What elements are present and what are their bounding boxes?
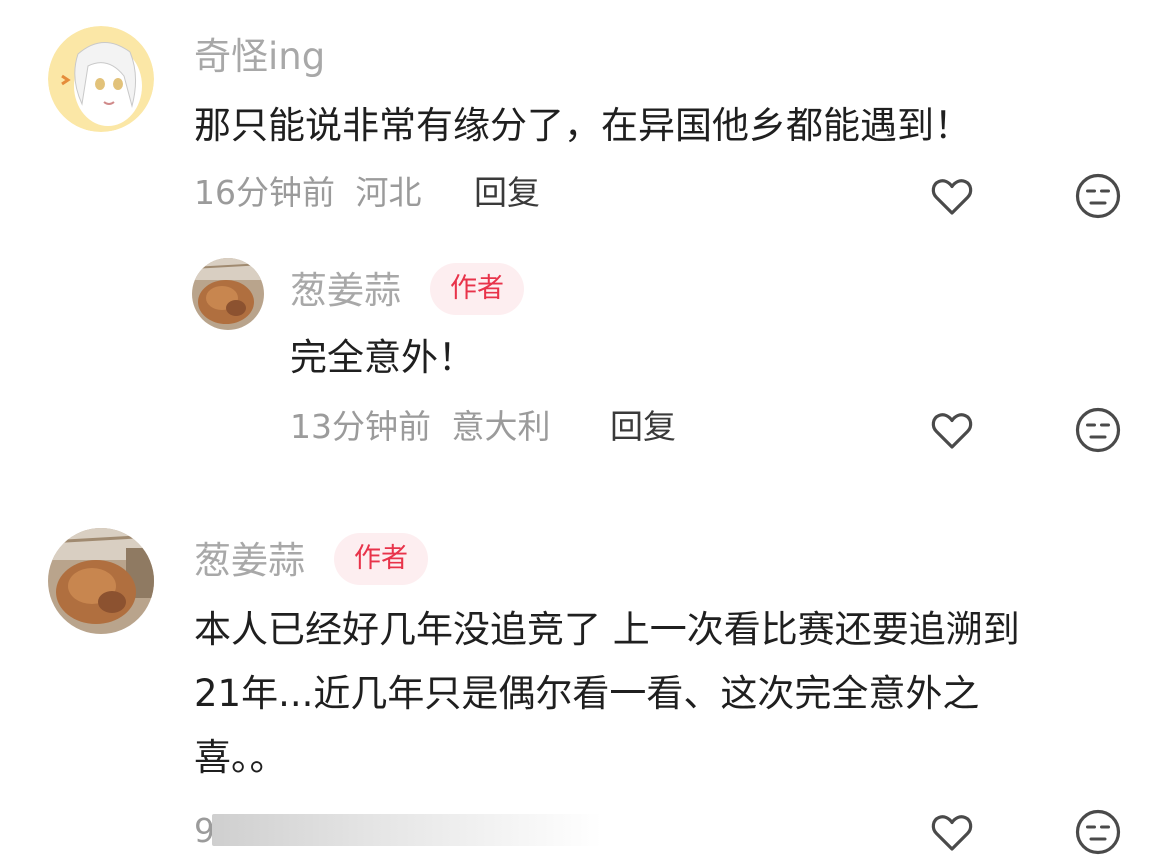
reply-button[interactable]: 回复 — [474, 176, 540, 209]
expressionless-face-icon[interactable] — [1074, 808, 1122, 856]
comment-time: 13分钟前 意大利 — [290, 410, 551, 443]
user-avatar[interactable] — [48, 26, 154, 132]
expressionless-face-icon[interactable] — [1074, 172, 1122, 220]
comment-time: 16分钟前 河北 — [194, 176, 422, 209]
comment-text: 那只能说非常有缘分了，在异国他乡都能遇到！ — [194, 104, 971, 147]
location: 河北 — [355, 173, 422, 212]
reply-button[interactable]: 回复 — [610, 410, 676, 443]
heart-outline-icon[interactable] — [928, 172, 976, 220]
user-avatar[interactable] — [192, 258, 264, 330]
comment-text-line-3: 喜。。 — [194, 736, 287, 779]
user-avatar[interactable] — [48, 528, 154, 634]
author-badge: 作者 — [334, 533, 428, 585]
username[interactable]: 奇怪ing — [194, 38, 325, 75]
location: 意大利 — [451, 407, 551, 446]
heart-outline-icon[interactable] — [928, 406, 976, 454]
username[interactable]: 葱姜蒜 — [290, 272, 401, 309]
loading-placeholder — [212, 814, 602, 846]
comment-text: 完全意外！ — [290, 336, 475, 379]
expressionless-face-icon[interactable] — [1074, 406, 1122, 454]
username[interactable]: 葱姜蒜 — [194, 542, 305, 579]
heart-outline-icon[interactable] — [928, 808, 976, 856]
author-badge: 作者 — [430, 263, 524, 315]
comment-text-line-2: 21年...近几年只是偶尔看一看、这次完全意外之 — [194, 672, 980, 715]
comment-text-line-1: 本人已经好几年没追竞了 上一次看比赛还要追溯到 — [194, 608, 1020, 651]
time-ago: 13分钟前 — [290, 407, 431, 446]
time-ago: 16分钟前 — [194, 173, 335, 212]
